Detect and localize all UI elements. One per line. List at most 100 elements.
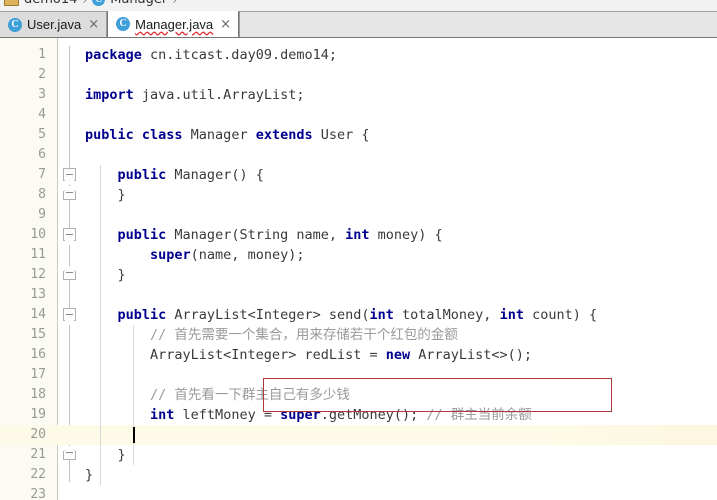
line-number: 3 (38, 87, 46, 102)
line-number: 22 (30, 467, 46, 482)
code-token-cmt: // 首先需要一个集合，用来存储若干个红包的金额 (85, 327, 458, 343)
code-line[interactable]: 22} (0, 465, 717, 485)
code-token-plain: money) { (369, 227, 443, 243)
code-text[interactable]: int leftMoney = super.getMoney(); // 群主当… (85, 405, 532, 425)
code-token-cmt: // 群主当前余额 (426, 407, 532, 423)
code-line[interactable]: 15 // 首先需要一个集合，用来存储若干个红包的金额 (0, 325, 717, 345)
tab-manager-java[interactable]: C Manager.java × (107, 11, 240, 37)
folder-icon (4, 0, 19, 6)
code-text[interactable]: public Manager(String name, int money) { (85, 225, 443, 245)
code-text[interactable]: super(name, money); (85, 245, 304, 265)
tab-label: Manager.java (135, 16, 214, 32)
code-text[interactable]: public ArrayList<Integer> send(int total… (85, 305, 598, 325)
code-token-kw: int (499, 307, 524, 323)
code-line[interactable]: 2 (0, 65, 717, 85)
code-token-cmt: // 首先看一下群主自己有多少钱 (85, 387, 350, 403)
code-line[interactable]: 9 (0, 205, 717, 225)
code-line[interactable]: 12 } (0, 265, 717, 285)
line-number: 8 (38, 187, 46, 202)
breadcrumb[interactable]: demo14 › C Manager › (4, 0, 177, 7)
code-text[interactable]: ArrayList<Integer> redList = new ArrayLi… (85, 345, 532, 365)
code-token-plain: java.util.ArrayList; (133, 87, 305, 103)
code-text[interactable]: import java.util.ArrayList; (85, 85, 304, 105)
code-text[interactable]: package cn.itcast.day09.demo14; (85, 45, 337, 65)
code-line[interactable]: 3 import java.util.ArrayList; (0, 85, 717, 105)
line-number: 7 (38, 167, 46, 182)
code-text[interactable]: // 首先看一下群主自己有多少钱 (85, 385, 350, 405)
code-line[interactable]: 20 (0, 425, 717, 445)
fold-end-icon[interactable] (63, 271, 76, 280)
close-icon[interactable]: × (218, 18, 231, 31)
code-token-plain: totalMoney, (393, 307, 500, 323)
fold-end-icon[interactable] (63, 191, 76, 200)
line-number: 14 (30, 307, 46, 322)
fold-collapse-icon[interactable] (63, 308, 76, 321)
code-line[interactable]: 21 } (0, 445, 717, 465)
code-line[interactable]: 19 int leftMoney = super.getMoney(); // … (0, 405, 717, 425)
code-text[interactable]: // 首先需要一个集合，用来存储若干个红包的金额 (85, 325, 458, 345)
code-token-plain: } (85, 467, 94, 483)
line-number: 15 (30, 327, 46, 342)
breadcrumb-separator-icon-2: › (172, 0, 177, 7)
code-token-kw: public (117, 227, 167, 243)
code-text[interactable]: } (85, 445, 126, 465)
code-token-plain: cn.itcast.day09.demo14; (141, 47, 337, 63)
code-token-plain: (name, money); (190, 247, 305, 263)
code-token-kw: import (85, 87, 134, 103)
line-number: 6 (38, 147, 46, 162)
code-line[interactable]: 8 } (0, 185, 717, 205)
close-icon[interactable]: × (86, 18, 99, 31)
code-text[interactable]: } (85, 465, 93, 485)
line-number: 17 (30, 367, 46, 382)
line-number: 13 (30, 287, 46, 302)
line-number: 19 (30, 407, 46, 422)
line-number: 10 (30, 227, 46, 242)
editor-tab-bar: C User.java × C Manager.java × (0, 11, 717, 38)
code-line[interactable]: 11 super(name, money); (0, 245, 717, 265)
code-token-plain: Manager() { (166, 167, 264, 183)
code-line[interactable]: 17 (0, 365, 717, 385)
code-line[interactable]: 18 // 首先看一下群主自己有多少钱 (0, 385, 717, 405)
breadcrumb-package[interactable]: demo14 (24, 0, 77, 7)
code-text[interactable]: } (85, 265, 126, 285)
code-token-plain: leftMoney = (174, 407, 281, 423)
tab-user-java[interactable]: C User.java × (0, 12, 108, 37)
fold-end-icon[interactable] (63, 451, 76, 460)
line-number: 18 (30, 387, 46, 402)
line-number: 2 (38, 67, 46, 82)
code-line[interactable]: 6 (0, 145, 717, 165)
code-token-plain: .getMoney(); (320, 407, 427, 423)
code-text[interactable]: public class Manager extends User { (85, 125, 370, 145)
code-line[interactable]: 16 ArrayList<Integer> redList = new Arra… (0, 345, 717, 365)
code-line[interactable]: 4 (0, 105, 717, 125)
code-line[interactable]: 10 public Manager(String name, int money… (0, 225, 717, 245)
code-token-plain: ArrayList<>(); (410, 347, 533, 363)
code-line[interactable]: 1 package cn.itcast.day09.demo14; (0, 45, 717, 65)
code-line[interactable]: 14 public ArrayList<Integer> send(int to… (0, 305, 717, 325)
breadcrumb-class[interactable]: Manager (110, 0, 167, 7)
line-number: 21 (30, 447, 46, 462)
java-class-icon: C (8, 17, 22, 32)
code-line[interactable]: 7 public Manager() { (0, 165, 717, 185)
code-token-kw: public (117, 167, 167, 183)
java-class-icon: C (116, 17, 131, 31)
fold-collapse-icon[interactable] (63, 168, 76, 181)
code-text[interactable]: } (85, 185, 126, 205)
text-caret (133, 427, 135, 443)
line-number: 1 (38, 47, 46, 62)
code-line[interactable]: 23 (0, 485, 717, 500)
code-token-kw: int (150, 407, 175, 423)
code-line[interactable]: 13 (0, 285, 717, 305)
line-number: 12 (30, 267, 46, 282)
fold-collapse-icon[interactable] (63, 228, 76, 241)
code-token-plain: ArrayList<Integer> redList = (85, 347, 386, 363)
code-line[interactable]: 5 public class Manager extends User { (0, 125, 717, 145)
line-number: 5 (38, 127, 46, 142)
code-editor[interactable]: 1 package cn.itcast.day09.demo14; 2 3 import… (0, 38, 717, 500)
code-token-kw: public (117, 307, 167, 323)
code-text[interactable]: public Manager() { (85, 165, 264, 185)
code-token-kw: package (85, 47, 142, 63)
code-token-plain: } (85, 267, 126, 283)
code-token-kw: extends (255, 127, 313, 143)
